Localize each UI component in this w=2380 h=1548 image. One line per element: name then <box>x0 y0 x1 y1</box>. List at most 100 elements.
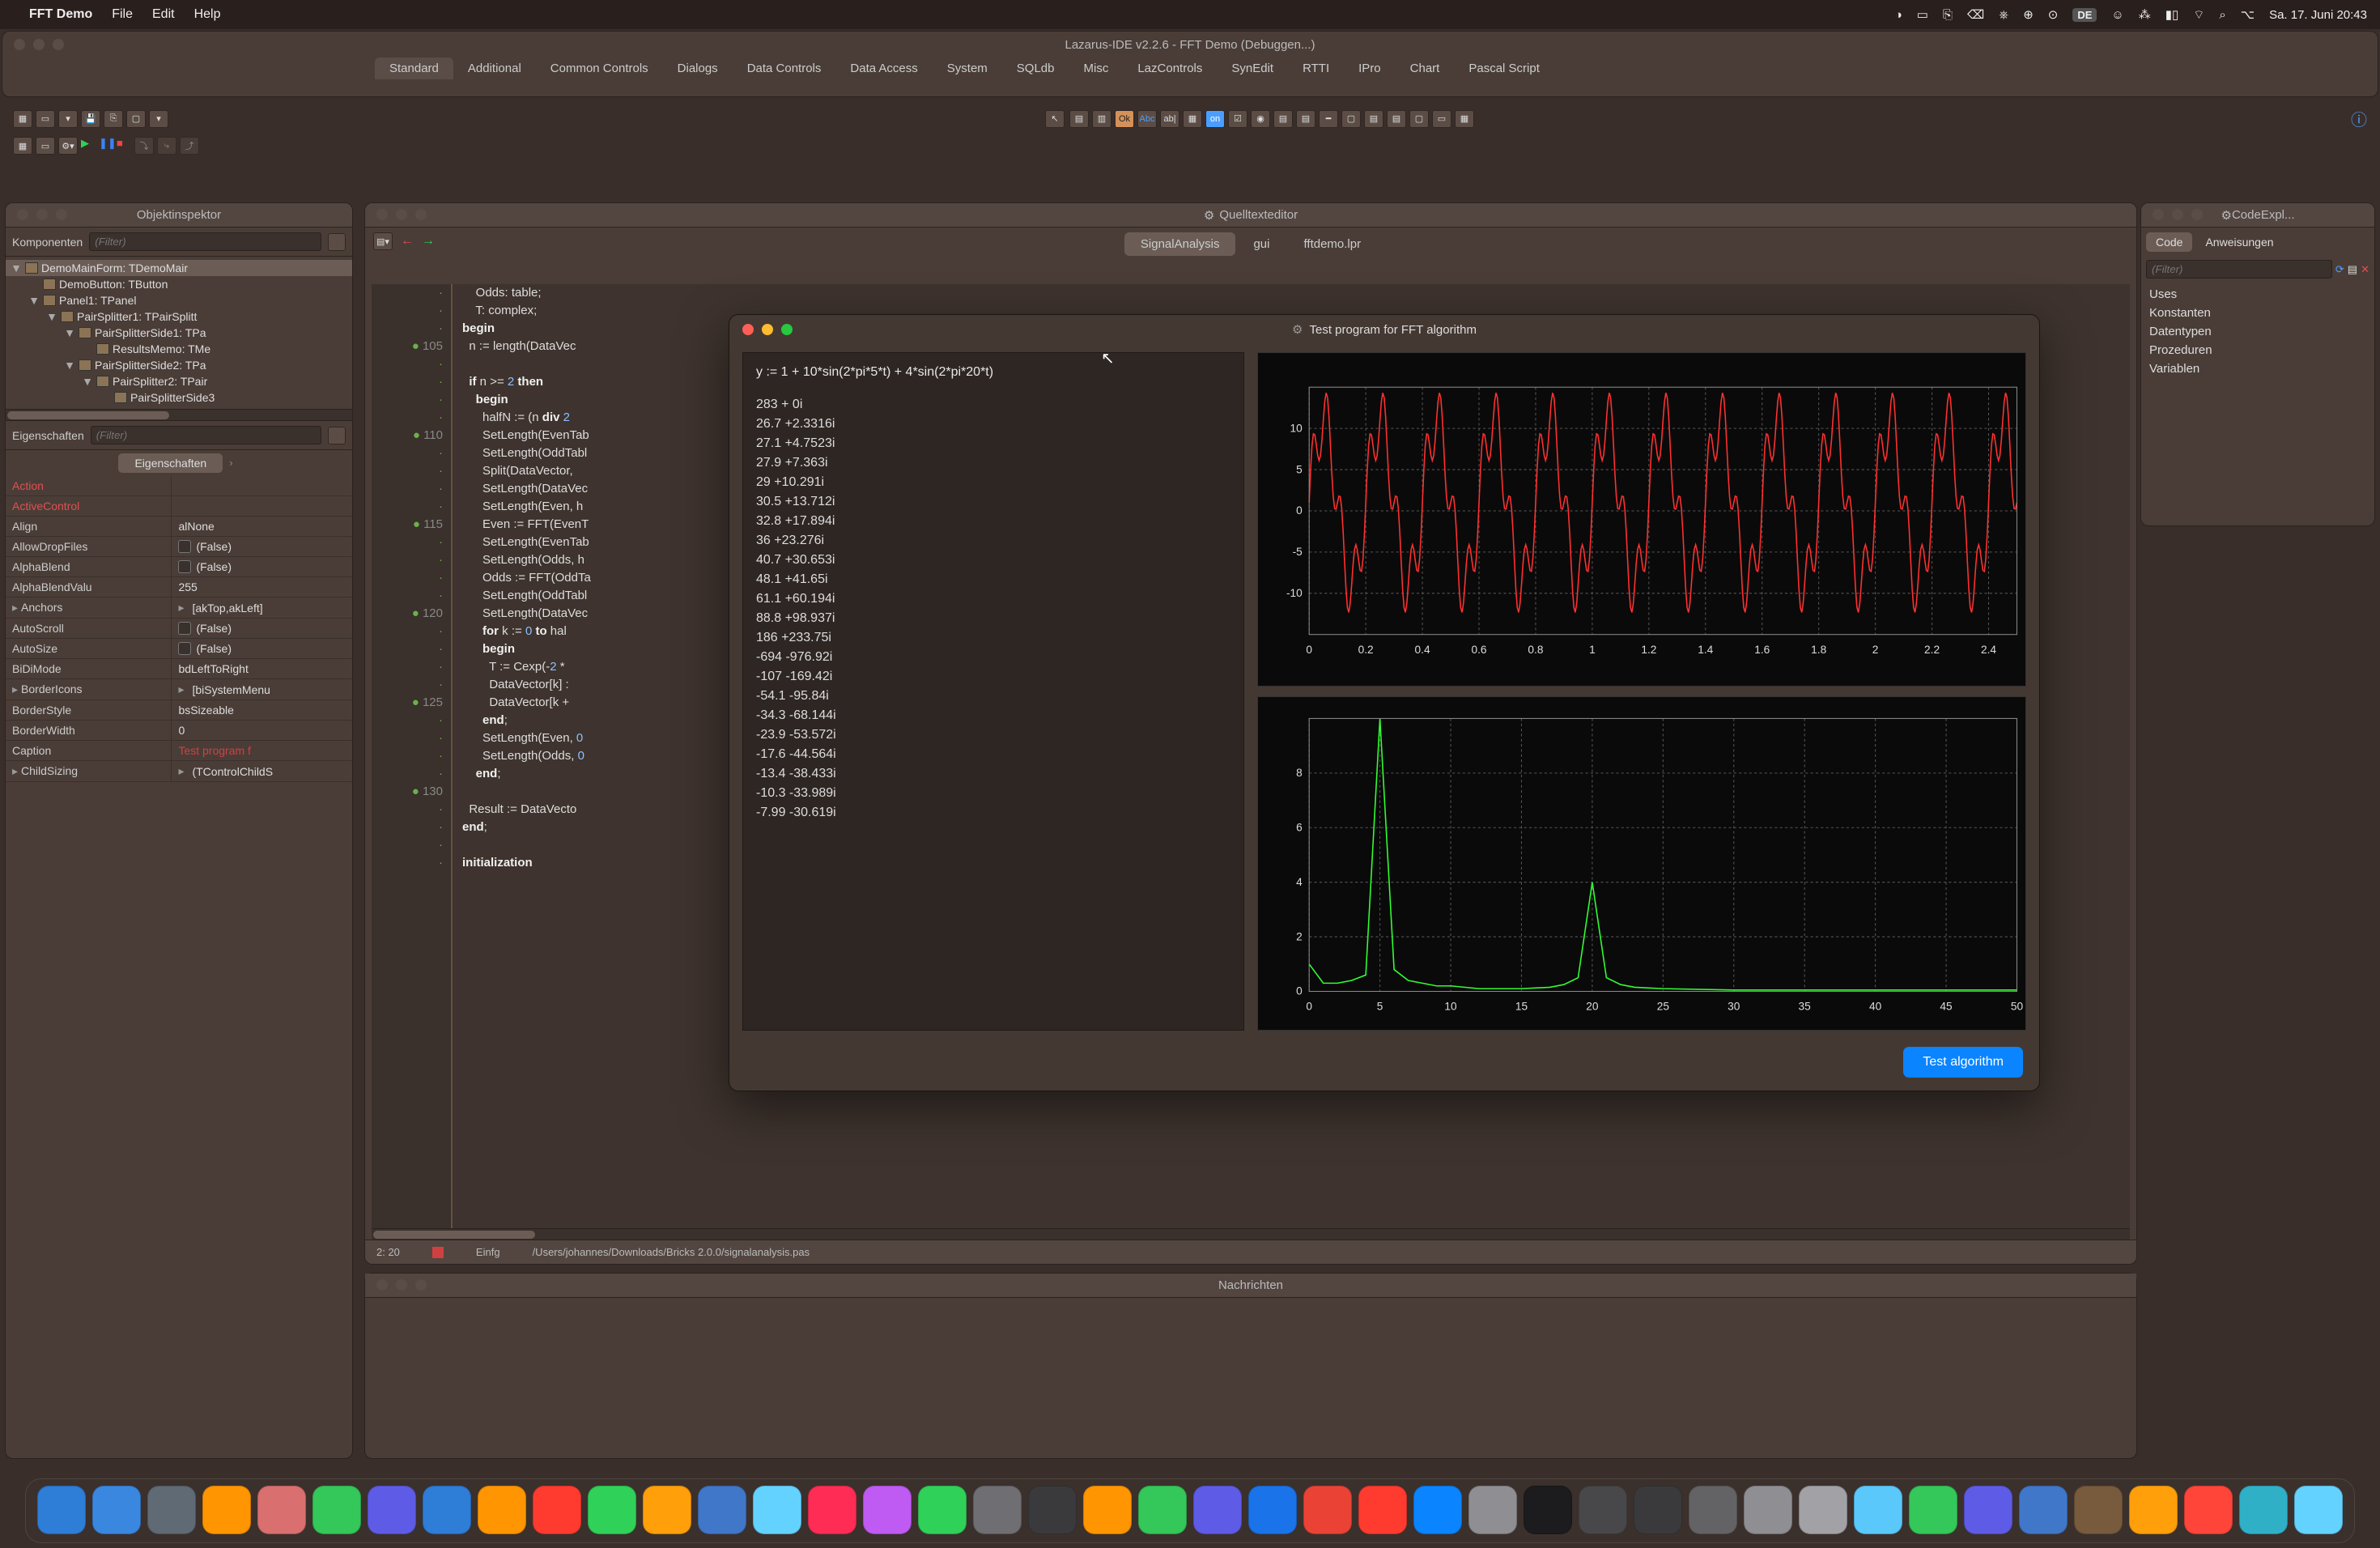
palette-tab-ipro[interactable]: IPro <box>1344 57 1396 79</box>
dock-app-icon[interactable] <box>808 1486 856 1534</box>
build-modes-button[interactable]: ⚙▾ <box>58 137 78 155</box>
open-recent-button[interactable]: ▾ <box>58 110 78 128</box>
tab-overflow-indicator[interactable]: › <box>223 453 239 473</box>
property-row[interactable]: AlphaBlend (False) <box>6 557 352 577</box>
dock-app-icon[interactable] <box>2294 1486 2343 1534</box>
dock-app-icon[interactable] <box>1248 1486 1297 1534</box>
code-explorer-filter-input[interactable] <box>2146 260 2332 279</box>
bluetooth-icon[interactable]: ⁂ <box>2139 7 2151 22</box>
property-row[interactable]: BiDiModebdLeftToRight <box>6 659 352 679</box>
property-row[interactable]: AllowDropFiles (False) <box>6 537 352 557</box>
editor-tab[interactable]: gui <box>1237 232 1286 256</box>
stop-button[interactable]: ■ <box>117 137 131 151</box>
dock-app-icon[interactable] <box>2184 1486 2233 1534</box>
zoom-icon[interactable] <box>781 324 793 335</box>
editor-tab[interactable]: SignalAnalysis <box>1124 232 1236 256</box>
dock-app-icon[interactable] <box>2074 1486 2123 1534</box>
step-over-button[interactable]: ⤵ <box>134 137 154 155</box>
dock-app-icon[interactable] <box>1909 1486 1957 1534</box>
palette-tab-lazcontrols[interactable]: LazControls <box>1123 57 1217 79</box>
dock-app-icon[interactable] <box>643 1486 691 1534</box>
status-icon[interactable]: ⊕ <box>2023 7 2034 22</box>
control-center-icon[interactable]: ⌥ <box>2241 7 2255 22</box>
cursor-tool-icon[interactable]: ↖ <box>1045 110 1065 128</box>
property-row[interactable]: AutoScroll (False) <box>6 619 352 639</box>
palette-tab-standard[interactable]: Standard <box>375 57 453 79</box>
code-explorer-item[interactable]: Konstanten <box>2149 304 2366 322</box>
menu-file[interactable]: File <box>112 7 133 22</box>
tpopupmenu-icon[interactable]: ▥ <box>1092 110 1111 128</box>
palette-tab-common-controls[interactable]: Common Controls <box>536 57 663 79</box>
filter-toggle-button[interactable] <box>328 427 346 444</box>
mode-icon[interactable]: ✕ <box>2361 263 2369 276</box>
tactionlist-icon[interactable]: ▦ <box>1455 110 1474 128</box>
editor-h-scrollbar[interactable] <box>372 1228 2130 1240</box>
code-explorer-item[interactable]: Uses <box>2149 285 2366 304</box>
dock-app-icon[interactable] <box>312 1486 361 1534</box>
line-number-gutter[interactable]: · · · ● 105· · · · ● 110· · · · ● 115· ·… <box>372 284 453 1231</box>
step-out-button[interactable]: ⤴ <box>180 137 199 155</box>
options-icon[interactable]: ▤ <box>2348 263 2357 276</box>
code-explorer-titlebar[interactable]: ⚙ CodeExpl... <box>2141 203 2374 228</box>
property-row[interactable]: BorderStylebsSizeable <box>6 700 352 721</box>
dock-app-icon[interactable] <box>1689 1486 1737 1534</box>
dock-app-icon[interactable] <box>257 1486 306 1534</box>
toggle-button[interactable]: ▾ <box>149 110 168 128</box>
palette-tab-synedit[interactable]: SynEdit <box>1217 57 1288 79</box>
minimize-icon[interactable] <box>762 324 773 335</box>
results-memo[interactable]: y := 1 + 10*sin(2*pi*5*t) + 4*sin(2*pi*2… <box>742 352 1244 1031</box>
dock-app-icon[interactable] <box>2129 1486 2178 1534</box>
dock-app-icon[interactable] <box>1193 1486 1242 1534</box>
tree-item[interactable]: ▼PairSplitter2: TPair <box>6 373 352 389</box>
status-icon[interactable]: ⊙ <box>2048 7 2059 22</box>
dock-app-icon[interactable] <box>1744 1486 1792 1534</box>
app-name[interactable]: FFT Demo <box>29 7 92 22</box>
dock-app-icon[interactable] <box>423 1486 471 1534</box>
tree-item[interactable]: ▼PairSplitterSide2: TPa <box>6 357 352 373</box>
dock-app-icon[interactable] <box>1799 1486 1847 1534</box>
test-algorithm-button[interactable]: Test algorithm <box>1903 1047 2023 1078</box>
filter-toggle-button[interactable] <box>328 233 346 251</box>
dock-app-icon[interactable] <box>37 1486 86 1534</box>
status-icon[interactable]: ⌫ <box>1967 7 1984 22</box>
dock-app-icon[interactable] <box>753 1486 801 1534</box>
user-icon[interactable]: ☺ <box>2111 8 2123 22</box>
palette-tab-dialogs[interactable]: Dialogs <box>663 57 733 79</box>
tedit-icon[interactable]: ab| <box>1160 110 1179 128</box>
palette-tab-additional[interactable]: Additional <box>453 57 536 79</box>
tgroupbox-icon[interactable]: ▢ <box>1341 110 1361 128</box>
refresh-icon[interactable]: ⟳ <box>2335 263 2344 276</box>
code-explorer-item[interactable]: Datentypen <box>2149 322 2366 341</box>
help-info-icon[interactable]: ⓘ <box>2351 107 2367 130</box>
tscrollbar-icon[interactable]: ━ <box>1319 110 1338 128</box>
wifi-icon[interactable]: ⌔ <box>2193 7 2204 23</box>
navigate-forward-button[interactable]: → <box>422 234 435 249</box>
property-row[interactable]: ActiveControl <box>6 496 352 517</box>
tree-item[interactable]: ▼PairSplitterSide1: TPa <box>6 325 352 341</box>
battery-icon[interactable]: ▮▯ <box>2165 7 2179 22</box>
dock-app-icon[interactable] <box>1083 1486 1132 1534</box>
tlistbox-icon[interactable]: ▤ <box>1273 110 1293 128</box>
property-row[interactable]: AutoSize (False) <box>6 639 352 659</box>
dock-app-icon[interactable] <box>1413 1486 1462 1534</box>
tmemo-icon[interactable]: ▦ <box>1183 110 1202 128</box>
properties-tab[interactable]: Eigenschaften <box>118 453 223 473</box>
dock-app-icon[interactable] <box>588 1486 636 1534</box>
property-row[interactable]: ▸Anchors▸[akTop,akLeft] <box>6 598 352 619</box>
dock-app-icon[interactable] <box>918 1486 967 1534</box>
tree-h-scrollbar[interactable] <box>6 409 352 420</box>
status-icon[interactable]: ▭ <box>1917 7 1928 22</box>
tframe-icon[interactable]: ▭ <box>1432 110 1451 128</box>
property-grid[interactable]: ActionActiveControlAlignalNoneAllowDropF… <box>6 476 352 782</box>
tcombobox-icon[interactable]: ▤ <box>1296 110 1315 128</box>
step-into-button[interactable]: ⤷ <box>157 137 176 155</box>
demo-window-titlebar[interactable]: ⚙ Test program for FFT algorithm <box>729 315 2039 344</box>
dock-app-icon[interactable] <box>202 1486 251 1534</box>
window-controls[interactable] <box>14 39 64 50</box>
palette-tab-rtti[interactable]: RTTI <box>1288 57 1344 79</box>
palette-tab-data-controls[interactable]: Data Controls <box>733 57 836 79</box>
components-filter-input[interactable] <box>89 232 321 251</box>
dock-app-icon[interactable] <box>533 1486 581 1534</box>
tradiobutton-icon[interactable]: ◉ <box>1251 110 1270 128</box>
dock-app-icon[interactable] <box>1634 1486 1682 1534</box>
